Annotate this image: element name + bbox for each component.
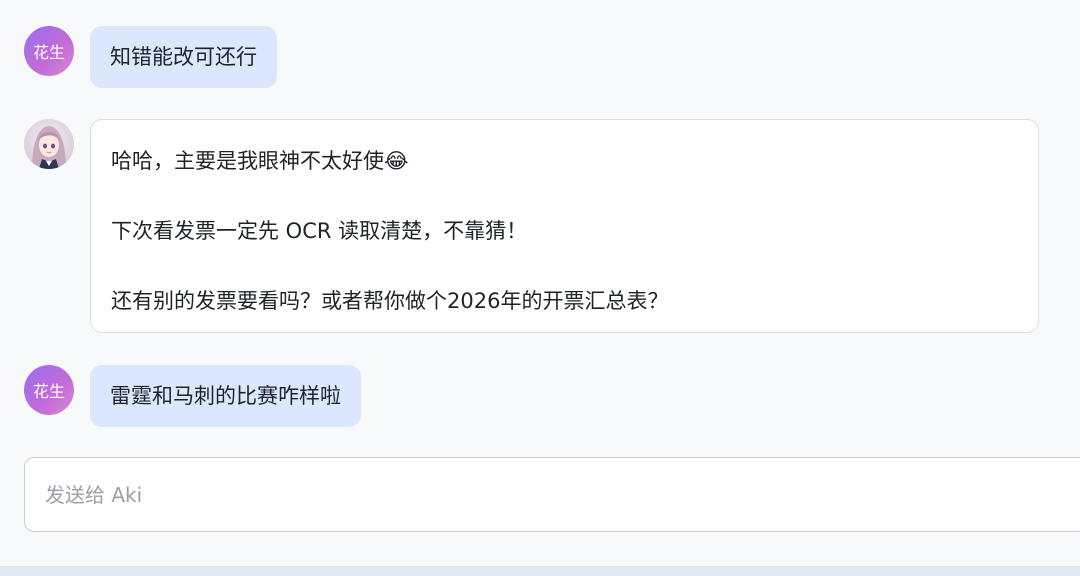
assistant-paragraph: 哈哈，主要是我眼神不太好使😂	[111, 149, 409, 173]
user-message-bubble: 雷霆和马刺的比赛咋样啦	[90, 365, 361, 427]
message-input[interactable]	[45, 482, 1045, 507]
user-avatar[interactable]: 花生	[24, 26, 74, 76]
anime-girl-avatar-icon	[24, 119, 74, 169]
assistant-paragraph: 还有别的发票要看吗？或者帮你做个2026年的开票汇总表？	[111, 289, 669, 313]
user-avatar[interactable]: 花生	[24, 365, 74, 415]
bottom-bar	[0, 566, 1080, 576]
assistant-paragraph: 下次看发票一定先 OCR 读取清楚，不靠猜！	[111, 219, 528, 243]
message-assistant-1: 哈哈，主要是我眼神不太好使😂 下次看发票一定先 OCR 读取清楚，不靠猜！ 还有…	[24, 119, 1039, 333]
message-composer[interactable]	[24, 457, 1080, 532]
avatar-text: 花生	[32, 382, 65, 401]
avatar-text: 花生	[32, 43, 65, 62]
message-user-1: 花生 知错能改可还行	[24, 26, 277, 88]
chat-window: 花生 知错能改可还行 哈哈，主要是我眼神不太好使😂 下次看发票一定先 OCR 读…	[0, 0, 1080, 576]
assistant-avatar[interactable]	[24, 119, 74, 169]
assistant-message-bubble: 哈哈，主要是我眼神不太好使😂 下次看发票一定先 OCR 读取清楚，不靠猜！ 还有…	[90, 119, 1039, 333]
user-message-bubble: 知错能改可还行	[90, 26, 277, 88]
message-user-2: 花生 雷霆和马刺的比赛咋样啦	[24, 365, 361, 427]
